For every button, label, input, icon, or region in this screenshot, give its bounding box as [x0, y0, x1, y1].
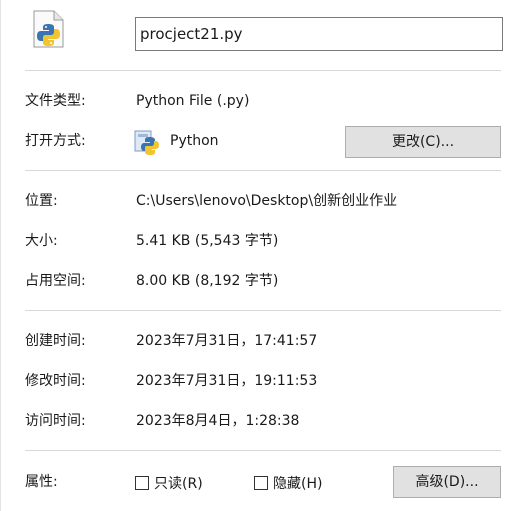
opens-with-label: 打开方式:	[25, 133, 86, 149]
accessed-value: 2023年8月4日，1:28:38	[136, 413, 300, 429]
readonly-label: 只读(R)	[154, 476, 203, 492]
divider	[25, 70, 501, 71]
attributes-label: 属性:	[25, 474, 58, 490]
hidden-checkbox[interactable]: 隐藏(H)	[254, 473, 322, 493]
python-app-icon	[134, 128, 160, 156]
size-value: 5.41 KB (5,543 字节)	[136, 233, 279, 249]
window-border	[0, 0, 1, 511]
readonly-checkbox[interactable]: 只读(R)	[135, 473, 203, 493]
hidden-label: 隐藏(H)	[273, 476, 323, 492]
divider	[25, 450, 501, 451]
location-value: C:\Users\lenovo\Desktop\创新创业作业	[136, 193, 398, 209]
size-on-disk-value: 8.00 KB (8,192 字节)	[136, 273, 279, 289]
size-on-disk-label: 占用空间:	[25, 273, 86, 289]
file-type-label: 文件类型:	[25, 93, 86, 109]
accessed-label: 访问时间:	[25, 413, 86, 429]
divider	[25, 170, 501, 171]
location-label: 位置:	[25, 193, 58, 209]
python-file-icon	[30, 10, 66, 48]
created-value: 2023年7月31日，17:41:57	[136, 333, 318, 349]
change-button[interactable]: 更改(C)...	[345, 126, 501, 158]
file-name-field[interactable]	[135, 17, 503, 51]
modified-label: 修改时间:	[25, 373, 86, 389]
opens-with-value: Python	[170, 133, 219, 149]
advanced-button[interactable]: 高级(D)...	[393, 466, 501, 498]
modified-value: 2023年7月31日，19:11:53	[136, 373, 318, 389]
file-type-value: Python File (.py)	[136, 93, 250, 109]
created-label: 创建时间:	[25, 333, 86, 349]
divider	[25, 310, 501, 311]
size-label: 大小:	[25, 233, 58, 249]
checkbox-box[interactable]	[135, 476, 149, 490]
checkbox-box[interactable]	[254, 476, 268, 490]
